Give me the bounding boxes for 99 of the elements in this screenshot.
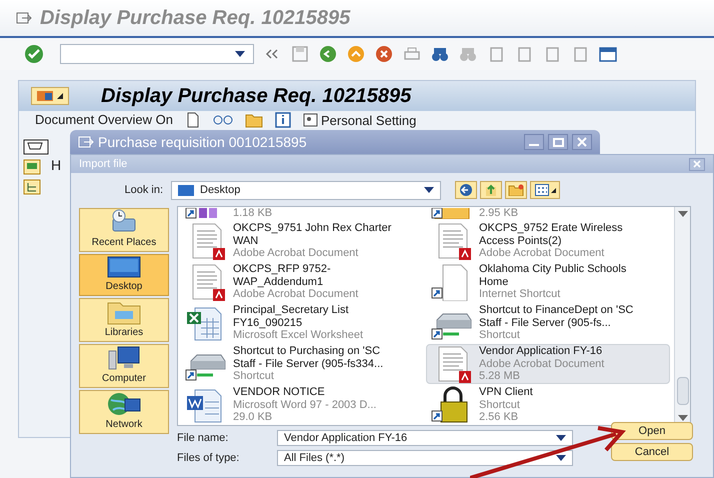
caret-icon <box>556 435 566 441</box>
file-item[interactable]: Shortcut to Purchasing on 'SC Staff - File Server (905-fs334... Shortcut <box>180 344 424 384</box>
close-button[interactable] <box>689 158 705 170</box>
back-icon[interactable] <box>318 45 338 63</box>
file-detail: Shortcut <box>479 398 521 411</box>
place-button[interactable]: Recent Places <box>79 208 169 252</box>
file-name: Vendor Application FY-16 <box>479 345 604 358</box>
find-next-icon[interactable] <box>458 45 478 63</box>
file-name: OKCPS_9751 John Rex Charter WAN <box>233 222 392 247</box>
file-name: VPN Client <box>479 386 534 398</box>
cancel-icon[interactable] <box>374 45 394 63</box>
caret-icon <box>56 92 64 100</box>
file-detail: Shortcut <box>233 370 275 382</box>
file-item[interactable]: OKCPS_RFP 9752-WAP_Addendum1 Adobe Acrobat Document <box>180 262 424 302</box>
menu-button[interactable] <box>31 87 69 105</box>
up-icon[interactable] <box>346 45 366 63</box>
hierarchy-icon[interactable] <box>23 179 41 195</box>
file-item[interactable]: Shortcut to FinanceDept on 'SC Staff - File Server (905-fs... Shortcut <box>426 303 670 343</box>
scrollbar[interactable] <box>674 207 690 425</box>
up-folder-button[interactable] <box>480 181 502 199</box>
new-folder-icon <box>508 184 524 196</box>
monitor-icon <box>178 184 194 196</box>
display-icon <box>16 11 32 25</box>
caret-icon <box>678 211 688 217</box>
grid-view-icon <box>534 184 548 196</box>
file-name-label: File name: <box>177 430 230 446</box>
monitor-icon <box>107 255 141 279</box>
settings-icon[interactable] <box>303 112 319 128</box>
file-name-field[interactable]: Vendor Application FY-16 <box>277 430 573 446</box>
screen-title: Display Purchase Req. 10215895 <box>101 84 412 109</box>
place-button[interactable]: Computer <box>79 344 169 388</box>
file-detail: Shortcut <box>479 329 521 342</box>
up-arrow-icon <box>484 183 498 197</box>
file-item[interactable]: VENDOR NOTICE Microsoft Word 97 - 2003 D... 29.0 KB <box>180 385 424 425</box>
binoculars-icon[interactable] <box>430 45 450 63</box>
look-in-value: Desktop <box>200 182 242 198</box>
scrollbar-thumb[interactable] <box>676 377 688 405</box>
file-name: VENDOR NOTICE <box>233 386 326 398</box>
file-detail: Adobe Acrobat Document <box>479 247 606 260</box>
file-detail: Microsoft Word 97 - 2003 D... <box>233 398 378 411</box>
file-item[interactable]: Oklahoma City Public Schools Home Internet Shortcut <box>426 262 670 302</box>
file-detail: 2.56 KB <box>479 411 520 424</box>
file-name: Principal_Secretary List FY16_090215 <box>233 304 350 329</box>
info-icon[interactable] <box>275 112 291 128</box>
file-detail: Adobe Acrobat Document <box>233 247 360 260</box>
file-type-label: Files of type: <box>177 450 240 466</box>
file-type-dropdown[interactable]: All Files (*.*) <box>277 450 573 466</box>
file-detail: Adobe Acrobat Document <box>233 288 360 300</box>
file-item[interactable]: OKCPS_9751 John Rex Charter WAN Adobe Acrobat Document <box>180 221 424 261</box>
look-in-label: Look in: <box>123 182 164 198</box>
place-button[interactable]: Libraries <box>79 298 169 342</box>
header-label: H <box>51 156 62 175</box>
cancel-button[interactable]: Cancel <box>611 443 693 461</box>
close-button[interactable] <box>572 134 592 150</box>
file-item[interactable]: VPN Client Shortcut 2.56 KB <box>426 385 670 425</box>
close-icon <box>693 160 701 168</box>
new-window-icon[interactable] <box>598 45 618 63</box>
minimize-button[interactable] <box>524 134 544 150</box>
file-item[interactable]: Principal_Secretary List FY16_090215 Microsoft Excel Worksheet <box>180 303 424 343</box>
command-field[interactable] <box>60 44 254 64</box>
file-item[interactable]: Vendor Application FY-16 Adobe Acrobat Document 5.28 MB <box>426 344 670 384</box>
look-in-dropdown[interactable]: Desktop <box>171 180 441 200</box>
file-name: Shortcut to FinanceDept on 'SC Staff - File Server (905-fs... <box>479 304 634 329</box>
open-button[interactable]: Open <box>611 422 693 440</box>
close-icon <box>577 137 587 147</box>
globe-monitor-icon <box>107 391 141 417</box>
print-icon[interactable] <box>402 45 422 63</box>
file-name: Oklahoma City Public Schools Home <box>479 263 628 288</box>
file-name: OKCPS_RFP 9752-WAP_Addendum1 <box>233 263 332 288</box>
caret-icon <box>550 188 556 192</box>
toolbar-label[interactable]: Document Overview On <box>35 112 173 127</box>
window-title: Display Purchase Req. 10215895 <box>40 6 350 31</box>
file-detail: 1.18 KB <box>233 208 272 219</box>
caret-icon <box>235 51 245 57</box>
file-detail: 5.28 MB <box>479 370 521 382</box>
file-name: Shortcut to Purchasing on 'SC Staff - File Server (905-fs334... <box>233 345 384 370</box>
file-detail: 29.0 KB <box>233 411 274 424</box>
back-button[interactable] <box>455 181 477 199</box>
display-icon <box>78 135 94 149</box>
place-button[interactable]: Network <box>79 390 169 434</box>
file-detail: Adobe Acrobat Document <box>479 358 606 370</box>
maximize-button[interactable] <box>548 134 568 150</box>
caret-icon <box>556 455 566 461</box>
save-icon[interactable] <box>290 45 310 63</box>
toolbar-label[interactable]: Personal Setting <box>321 112 416 128</box>
caret-icon <box>424 187 434 193</box>
dialog-title: Import file <box>79 156 128 172</box>
dialog-title: Purchase requisition 0010215895 <box>98 132 307 152</box>
file-detail: Microsoft Excel Worksheet <box>233 329 364 342</box>
file-detail: Internet Shortcut <box>479 288 562 300</box>
file-item[interactable]: OKCPS_9752 Erate Wireless Access Points(2) Adobe Acrobat Document <box>426 221 670 261</box>
new-folder-button[interactable] <box>505 181 527 199</box>
view-menu-button[interactable] <box>530 181 560 199</box>
file-detail: 2.95 KB <box>479 208 518 219</box>
place-button[interactable]: Desktop <box>79 254 169 296</box>
computer-icon <box>107 345 141 371</box>
check-icon[interactable] <box>24 44 44 64</box>
screen-icon <box>36 90 54 102</box>
file-name: OKCPS_9752 Erate Wireless Access Points(2) <box>479 222 624 247</box>
